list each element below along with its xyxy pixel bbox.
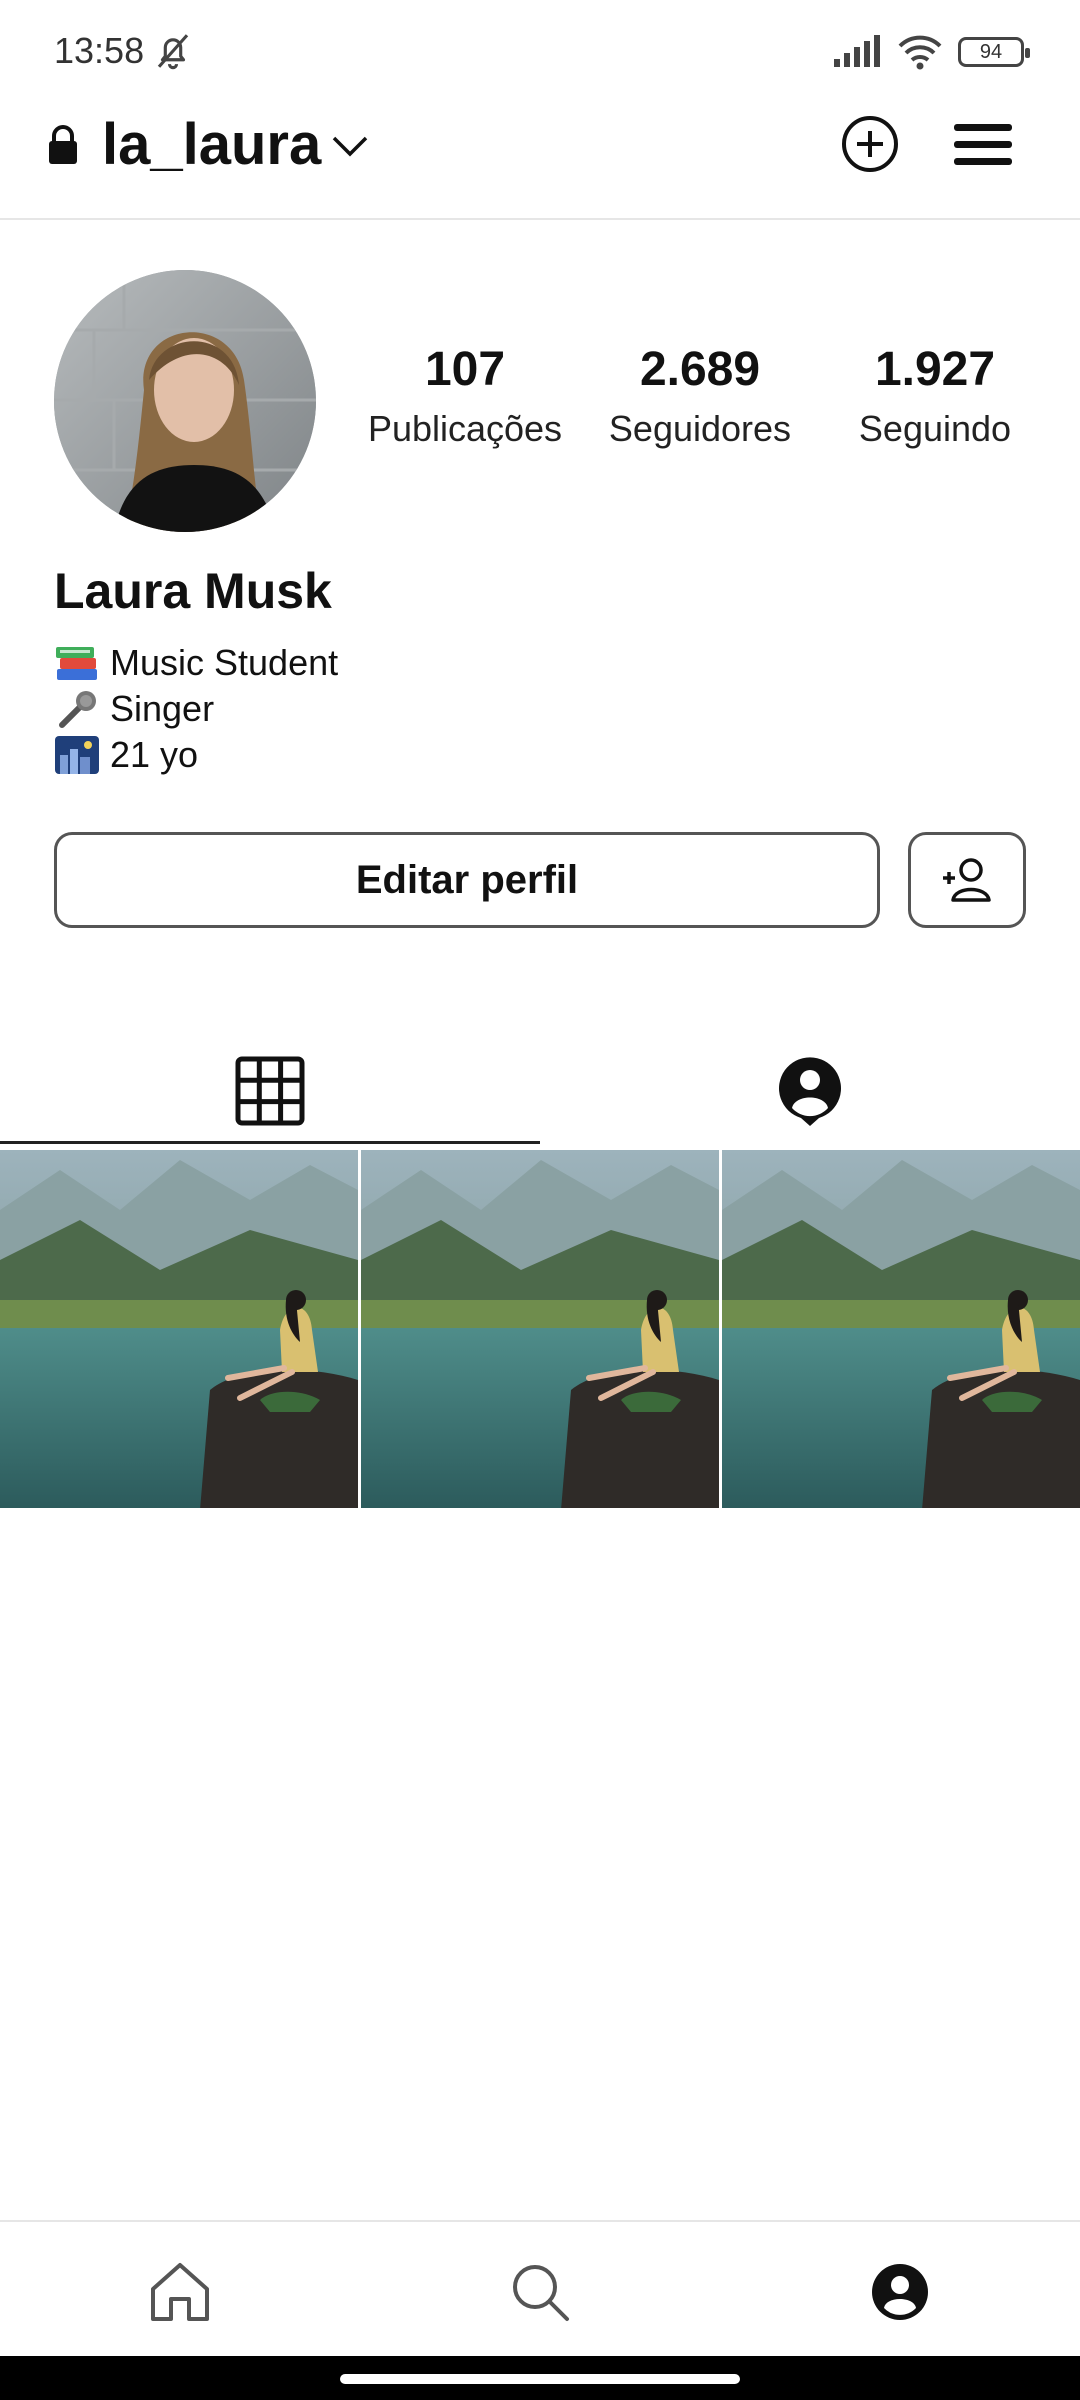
night-city-icon	[55, 736, 99, 774]
bio-line: Singer	[54, 686, 338, 732]
add-friend-button[interactable]	[908, 832, 1026, 928]
photo-lake-thumbnail	[722, 1150, 1080, 1508]
stat-label: Publicações	[367, 408, 563, 449]
bell-muted-icon	[157, 34, 189, 70]
microphone-icon	[59, 691, 96, 728]
battery-level: 94	[979, 40, 1003, 63]
add-person-icon	[943, 858, 991, 902]
home-icon	[151, 2263, 209, 2321]
profile-header: la_laura	[0, 100, 1080, 220]
post-thumbnail[interactable]	[722, 1150, 1080, 1508]
stat-value: 107	[424, 343, 506, 396]
wifi-icon	[898, 35, 942, 70]
search-icon	[513, 2265, 569, 2321]
bio-text: Singer	[110, 688, 215, 729]
stat-value: 2.689	[639, 343, 761, 396]
books-icon	[56, 647, 97, 680]
stat-label: Seguidores	[608, 408, 792, 449]
post-thumbnail[interactable]	[0, 1150, 358, 1508]
nav-search[interactable]	[500, 2252, 580, 2332]
stat-value: 1.927	[874, 343, 996, 396]
stat-following[interactable]: 1.927 Seguindo	[820, 342, 1050, 450]
chevron-down-icon[interactable]	[330, 130, 370, 160]
post-thumbnail[interactable]	[361, 1150, 719, 1508]
tab-tagged[interactable]	[540, 1040, 1080, 1144]
stat-label: Seguindo	[858, 408, 1012, 449]
tagged-icon	[779, 1057, 841, 1126]
bio-line: 21 yo	[54, 732, 338, 778]
status-time: 13:58	[54, 30, 145, 71]
username-switcher[interactable]: la_laura	[102, 110, 321, 180]
grid-icon	[235, 1056, 305, 1125]
photo-lake-thumbnail	[361, 1150, 719, 1508]
profile-stats: 107 Publicações 2.689 Seguidores 1.927 S…	[350, 342, 1050, 450]
bio: Music Student Singer 21 yo	[54, 640, 338, 778]
stat-followers[interactable]: 2.689 Seguidores	[585, 342, 815, 450]
home-indicator[interactable]	[340, 2374, 740, 2384]
bottom-nav	[0, 2220, 1080, 2356]
profile-icon	[872, 2264, 928, 2320]
edit-profile-button[interactable]: Editar perfil	[54, 832, 880, 928]
bio-line: Music Student	[54, 640, 338, 686]
display-name: Laura Musk	[54, 563, 332, 619]
signal-icon	[834, 35, 880, 67]
menu-icon[interactable]	[952, 120, 1014, 170]
stat-posts[interactable]: 107 Publicações	[350, 342, 580, 450]
add-post-icon[interactable]	[840, 114, 900, 174]
profile-tabs	[0, 1040, 1080, 1144]
bio-text: 21 yo	[110, 734, 199, 775]
tab-grid[interactable]	[0, 1040, 540, 1144]
avatar[interactable]	[54, 270, 316, 532]
photo-lake-thumbnail	[0, 1150, 358, 1508]
posts-grid	[0, 1150, 1080, 1508]
gesture-bar	[0, 2356, 1080, 2400]
status-bar: 13:58 94	[0, 0, 1080, 100]
nav-profile[interactable]	[860, 2252, 940, 2332]
bio-text: Music Student	[110, 642, 339, 683]
nav-home[interactable]	[140, 2252, 220, 2332]
battery-indicator: 94	[958, 37, 1030, 67]
status-icons: 94	[832, 34, 1030, 70]
lock-icon	[49, 125, 77, 164]
